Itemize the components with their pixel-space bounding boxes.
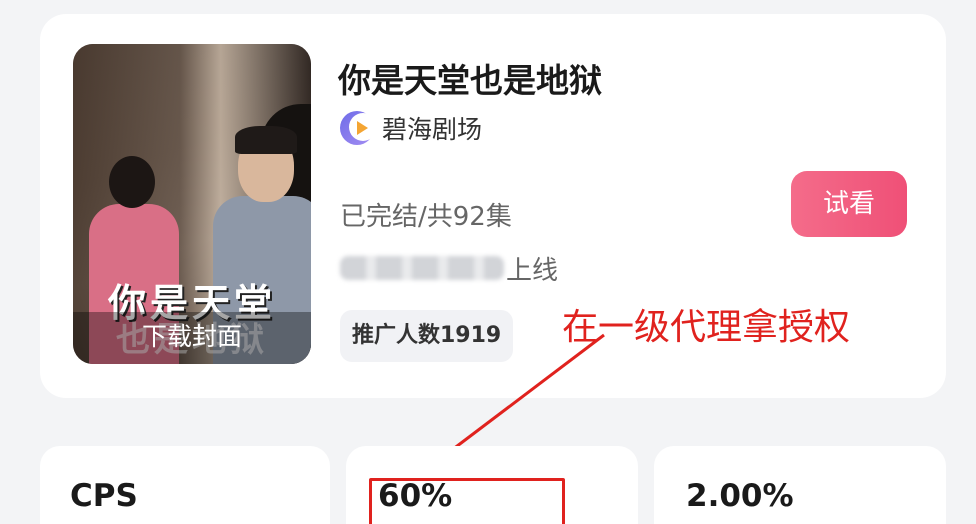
promoter-count-badge: 推广人数1919 [340,310,514,362]
online-suffix: 上线 [506,255,559,286]
blurred-date [340,256,504,280]
stat-card-type: CPS [40,446,330,524]
trial-watch-button[interactable]: 试看 [791,171,907,237]
stat-card-rate: 2.00% [654,446,946,524]
platform-name: 碧海剧场 [382,115,483,144]
episode-status: 已完结/共92集 [340,202,512,232]
cover-image[interactable]: 你是天堂 也是地狱 下载封面 [73,44,311,364]
download-cover-button[interactable]: 下载封面 [73,312,311,364]
drama-title: 你是天堂也是地狱 [338,61,602,100]
annotation-text: 在一级代理拿授权 [562,307,851,348]
cover-figure-girl-head [109,156,155,208]
cover-figure-man-hair [235,126,297,154]
online-date-row: 上线 [340,250,558,286]
highlight-box [369,478,565,524]
moon-play-icon [340,111,377,145]
platform-row: 碧海剧场 [340,110,482,146]
stat-value-rate: 2.00% [686,478,794,514]
stat-value-type: CPS [70,478,138,514]
